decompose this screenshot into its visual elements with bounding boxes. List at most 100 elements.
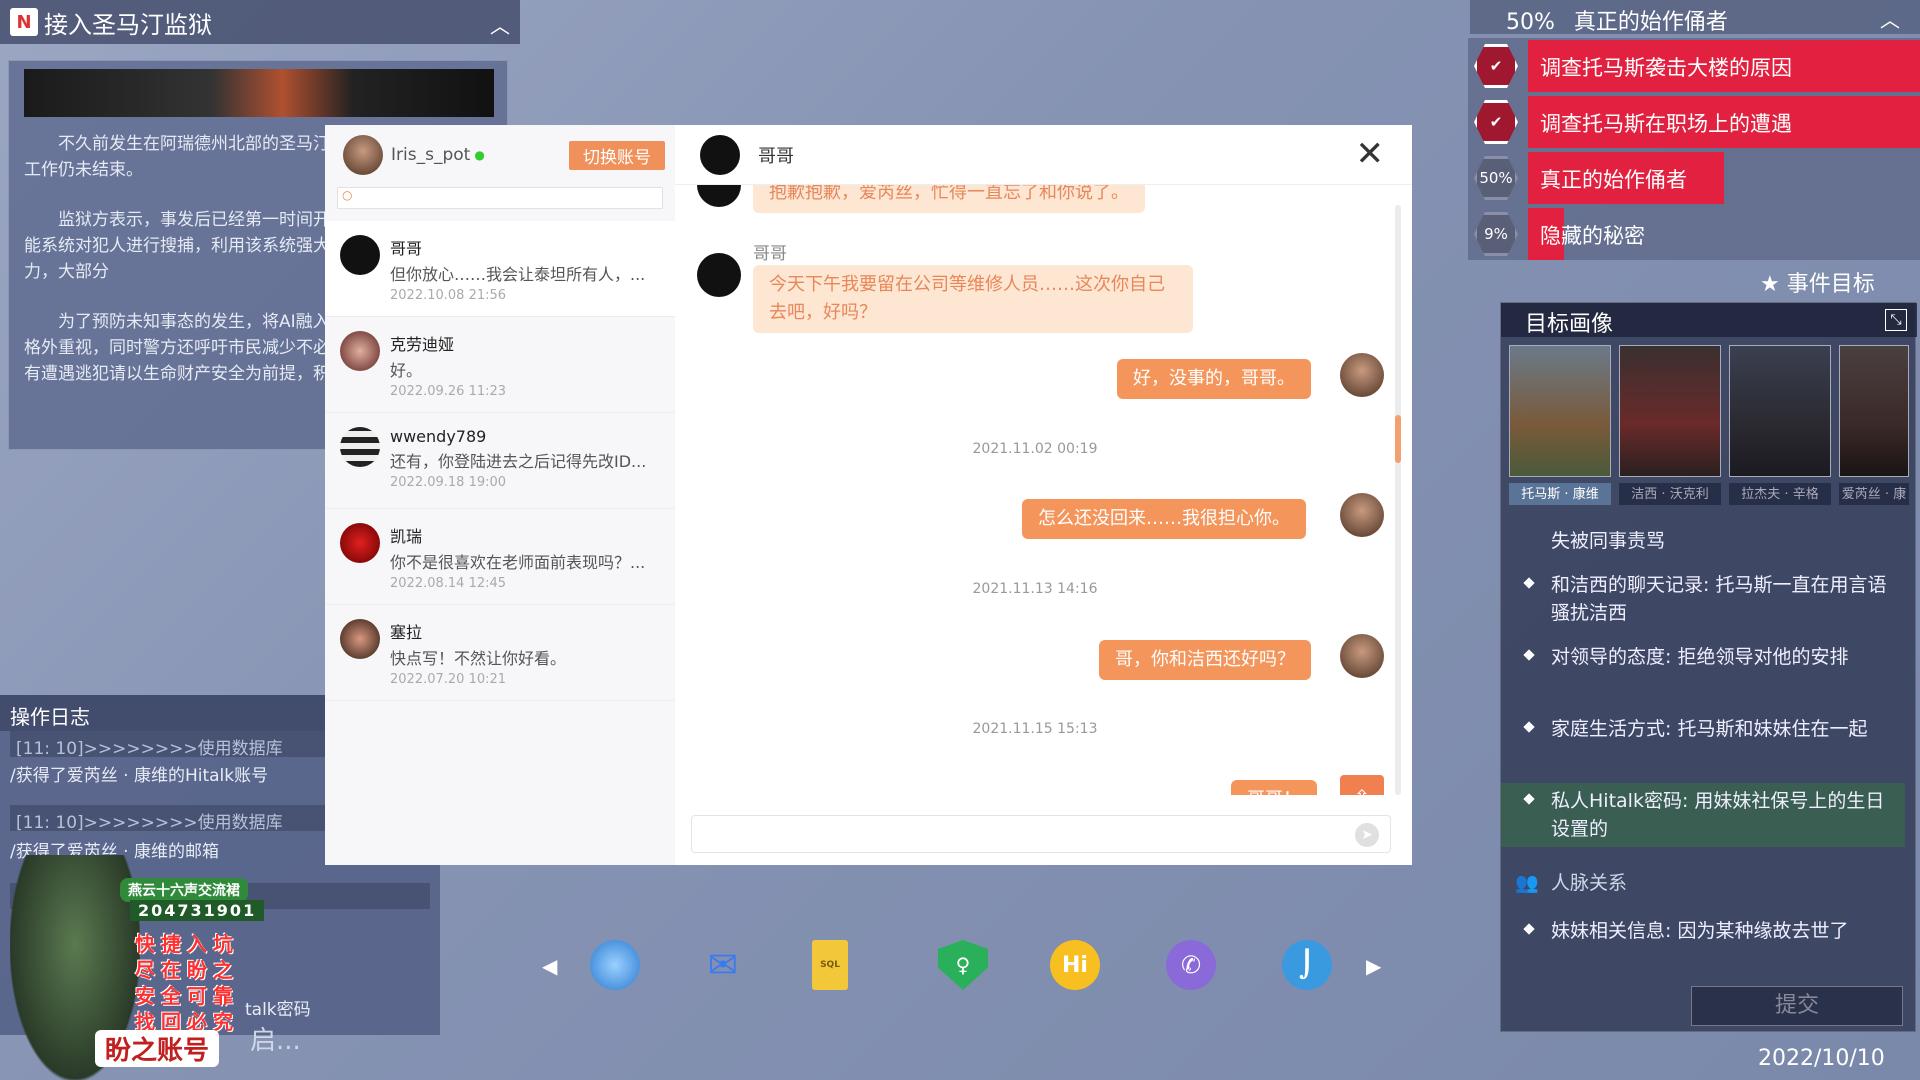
objective-label: 真正的始作俑者 [1540,168,1687,192]
contact-name: wwendy789 [390,427,487,446]
clue-list: 失被同事责骂 和洁西的聊天记录: 托马斯一直在用言语骚扰洁西 对领导的态度: 拒… [1501,523,1917,1003]
dock-prev-arrow-icon[interactable]: ◀ [542,954,557,978]
collapse-chevron-icon[interactable]: ︿ [490,10,510,39]
timestamp: 2021.11.02 00:19 [972,441,1098,457]
dock-next-arrow-icon[interactable]: ▶ [1366,954,1381,978]
contact-name: 凯瑞 [390,527,423,546]
collapse-chevron-icon[interactable]: ︿ [1880,4,1900,33]
contact-item[interactable]: wwendy789 还有，你登陆进去之后记得先改ID... 2022.09.18 1… [325,413,675,509]
outgoing-message: 哥哥！ [1231,780,1317,795]
portrait-image[interactable] [1619,345,1721,477]
clue-item[interactable]: 和洁西的聊天记录: 托马斯一直在用言语骚扰洁西 [1501,567,1905,631]
portrait-label[interactable]: 托马斯 · 康维 [1509,483,1611,505]
promo-brand: 盼之账号 [95,1030,220,1067]
contact-avatar [340,523,380,563]
contact-item[interactable]: 塞拉 快点写！不然让你好看。 2022.07.20 10:21 [325,605,675,701]
expand-icon[interactable]: ⤡ [1885,309,1907,331]
incoming-message: 抱歉抱歉，爱芮丝，忙得一直忘了和你说了。 [753,185,1145,213]
account-name: Iris_s_pot [391,145,471,165]
close-icon[interactable]: ✕ [1356,137,1385,171]
bullet-icon [1523,721,1535,733]
message-area: 抱歉抱歉，爱芮丝，忙得一直忘了和你说了。 哥哥 今天下午我要留在公司等维修人员…… [675,185,1395,795]
phone-icon[interactable]: ✆ [1166,940,1216,990]
contact-last-message: 你不是很喜欢在老师面前表现吗？... [390,553,646,572]
chat-scrollbar[interactable] [1395,205,1401,795]
portrait-image[interactable] [1729,345,1831,477]
relations-title: 人脉关系 [1551,872,1628,894]
app-dock: ◀ ✉ SQL ♀ Hi ✆ ⌡ ▶ [530,940,1390,1000]
event-goal-button[interactable]: ★ 事件目标 [1760,266,1875,298]
objective-item[interactable]: 50% 真正的始作俑者 [1468,152,1920,204]
sql-file-icon[interactable]: SQL [812,940,848,990]
clue-text: 家庭生活方式: 托马斯和妹妹住在一起 [1551,718,1868,740]
chat-scroll-thumb[interactable] [1395,415,1401,463]
scroll-to-top-icon[interactable]: ⇪ [1340,775,1384,795]
contact-avatar [340,427,380,467]
sender-name: 哥哥 [753,244,787,264]
contact-item[interactable]: 哥哥 但你放心……我会让泰坦所有人，... 2022.10.08 21:56 [325,221,675,317]
chat-window: 哥哥 ✕ 抱歉抱歉，爱芮丝，忙得一直忘了和你说了。 哥哥 今天下午我要留在公司等… [675,125,1412,865]
progress-hex-icon: 50% [1474,156,1518,200]
contact-last-message: 好。 [390,361,423,380]
chat-contact-name: 哥哥 [758,145,794,167]
objective-label: 调查托马斯在职场上的遭遇 [1540,112,1792,136]
shield-key-icon[interactable]: ♀ [938,940,988,990]
message-input[interactable] [691,815,1391,853]
relations-header: 👥 人脉关系 [1501,865,1905,901]
game-date: 2022/10/10 [1758,1046,1885,1071]
objective-title: 真正的始作俑者 [1573,10,1728,35]
contact-time: 2022.08.14 12:45 [390,576,507,591]
online-status-icon: ● [474,148,485,162]
mail-icon[interactable]: ✉ [698,940,748,990]
hook-icon[interactable]: ⌡ [1282,940,1332,990]
search-icon: ○ [342,188,353,202]
contact-item[interactable]: 凯瑞你不是很喜欢在老师面前表现吗？... 2022.08.14 12:45 [325,509,675,605]
target-profile-panel: 目标画像 ⤡ 托马斯 · 康维 洁西 · 沃克利 拉杰夫 · 辛格 爱芮丝 · … [1500,302,1917,1032]
incoming-message: 今天下午我要留在公司等维修人员……这次你自己去吧，好吗？ [753,265,1193,333]
chat-contact-avatar [700,134,740,175]
promo-line: 快捷入坑 [135,932,239,956]
news-title: 接入圣马汀监狱 [44,10,212,39]
objective-percent: 50% [1506,10,1555,35]
contact-name: 塞拉 [390,623,423,642]
news-window-title-bar: N 接入圣马汀监狱 ︿ [0,0,520,44]
check-icon: ✔ [1474,100,1518,144]
switch-account-button[interactable]: 切换账号 [569,141,665,170]
portrait-label[interactable]: 爱芮丝 · 康 [1839,483,1909,505]
my-avatar [1340,493,1384,537]
objective-item[interactable]: 9% 隐藏的秘密 [1468,208,1920,260]
target-title: 目标画像 [1501,303,1917,337]
clue-item[interactable]: 家庭生活方式: 托马斯和妹妹住在一起 [1501,711,1905,747]
objective-item[interactable]: ✔ 调查托马斯在职场上的遭遇 [1468,96,1920,148]
portrait-image[interactable] [1839,345,1909,477]
clue-text: 妹妹相关信息: 因为某种缘故去世了 [1551,920,1849,942]
people-icon: 👥 [1515,872,1539,894]
clue-text: 对领导的态度: 拒绝领导对他的安排 [1551,646,1849,668]
clue-item-highlighted[interactable]: 私人Hitalk密码: 用妹妹社保号上的生日设置的 [1501,783,1905,847]
portrait-image[interactable] [1509,345,1611,477]
portrait-label[interactable]: 拉杰夫 · 辛格 [1729,483,1831,505]
contact-search-input[interactable]: ○ [337,187,663,209]
contact-time: 2022.10.08 21:56 [390,288,507,303]
sender-avatar [697,253,741,297]
check-icon: ✔ [1474,44,1518,88]
submit-button[interactable]: 提交 [1691,986,1903,1026]
clue-text: 私人Hitalk密码: 用妹妹社保号上的生日设置的 [1551,790,1885,840]
hitalk-icon[interactable]: Hi [1050,940,1100,990]
contact-time: 2022.07.20 10:21 [390,672,507,687]
clue-item[interactable]: 妹妹相关信息: 因为某种缘故去世了 [1501,913,1905,949]
contact-time: 2022.09.26 11:23 [390,384,507,399]
globe-icon[interactable] [590,940,640,990]
contact-item[interactable]: 克劳迪娅 好。 2022.09.26 11:23 [325,317,675,413]
objective-item[interactable]: ✔ 调查托马斯袭击大楼的原因 [1468,40,1920,92]
outgoing-message: 怎么还没回来……我很担心你。 [1022,499,1306,539]
news-image [24,69,494,117]
progress-hex-icon: 9% [1474,212,1518,256]
send-icon[interactable]: ➤ [1355,823,1379,847]
clue-item[interactable]: 对领导的态度: 拒绝领导对他的安排 [1501,639,1905,675]
contact-avatar [340,235,380,275]
log-fragment: talk密码 [245,1000,311,1020]
timestamp: 2021.11.13 14:16 [972,581,1098,597]
contact-time: 2022.09.18 19:00 [390,475,507,490]
portrait-label[interactable]: 洁西 · 沃克利 [1619,483,1721,505]
